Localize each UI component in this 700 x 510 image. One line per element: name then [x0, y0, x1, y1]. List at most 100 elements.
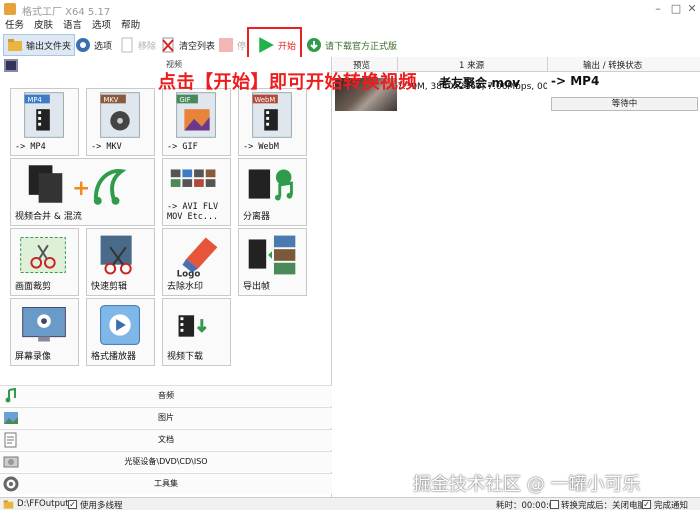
category-audio[interactable]: 音频 — [0, 385, 332, 406]
tile-label: -> MP4 — [15, 142, 46, 152]
remove-label: 移除 — [138, 41, 157, 52]
tile-label: 屏幕录像 — [15, 352, 52, 362]
official-version-link[interactable]: 请下载官方正式版 — [303, 34, 400, 56]
tile-splitter[interactable]: 分离器 — [238, 158, 307, 226]
toolbar: 输出文件夹 选项 移除 清空列表 停 开始 请下载官方正式版 — [0, 33, 700, 57]
multithread-label: 使用多线程 — [80, 501, 123, 510]
menu-item-task[interactable]: 任务 — [0, 18, 29, 33]
status-bar: D:\FFOutput ✓ 使用多线程 耗时：00:00:00 转换完成后：关闭… — [0, 497, 700, 510]
file-info: 7.39M, 3840x2160, 7.06Mbps, 00:00: — [397, 82, 547, 92]
tile-merge-mux[interactable]: + 视频合并 & 混流 — [10, 158, 155, 226]
tile-label: 快速剪辑 — [91, 282, 128, 292]
stop-icon — [219, 38, 233, 52]
tile-quick-cut[interactable]: 快速剪辑 — [86, 228, 155, 296]
svg-text:GIF: GIF — [180, 96, 191, 104]
close-icon[interactable]: ✕ — [684, 1, 700, 17]
output-folder-button[interactable]: 输出文件夹 — [3, 34, 76, 56]
options-button[interactable]: 选项 — [72, 34, 115, 56]
player-icon — [100, 305, 140, 345]
merge-icon: + — [28, 165, 127, 205]
category-document[interactable]: 文档 — [0, 429, 332, 450]
folder-icon[interactable] — [3, 499, 14, 510]
category-image[interactable]: 图片 — [0, 407, 332, 428]
title-bar: 格式工厂 X64 5.17 – □ ✕ — [0, 0, 700, 18]
official-version-label: 请下载官方正式版 — [325, 41, 398, 52]
tile-label: 视频合并 & 混流 — [15, 212, 82, 222]
output-folder-label: 输出文件夹 — [26, 41, 72, 52]
maximize-icon[interactable]: □ — [668, 1, 684, 17]
tile-label: 分离器 — [243, 212, 271, 222]
gif-file-icon: GIF — [176, 92, 216, 138]
mkv-file-icon: MKV — [100, 92, 140, 138]
category-label: 图片 — [158, 413, 174, 422]
eraser-icon: Logo — [177, 237, 218, 279]
tile-video-download[interactable]: 视频下载 — [162, 298, 231, 366]
export-frames-icon — [248, 235, 296, 275]
menu-item-options[interactable]: 选项 — [87, 18, 116, 33]
tile-label: -> AVI FLV MOV Etc... — [167, 202, 219, 222]
column-source[interactable]: 1 来源 — [459, 59, 484, 71]
tile-label: 导出帧 — [243, 282, 271, 292]
download-official-icon — [307, 38, 321, 52]
minimize-icon[interactable]: – — [650, 1, 666, 17]
column-output-status[interactable]: 输出 / 转换状态 — [583, 59, 642, 71]
mp4-file-icon: MP4 — [24, 92, 64, 138]
crop-icon — [20, 237, 66, 273]
notify-label: 完成通知 — [654, 501, 689, 510]
tile-player[interactable]: 格式播放器 — [86, 298, 155, 366]
notify-checkbox[interactable]: ✓ — [642, 500, 651, 509]
tile-label: -> WebM — [243, 142, 279, 152]
app-logo-icon — [4, 3, 16, 15]
output-path[interactable]: D:\FFOutput — [17, 499, 69, 509]
clear-list-label: 清空列表 — [179, 41, 216, 52]
stop-button[interactable]: 停 — [215, 34, 249, 56]
clear-icon — [162, 37, 174, 53]
tile-remove-watermark[interactable]: Logo 去除水印 — [162, 228, 231, 296]
tile-screen-record[interactable]: 屏幕录像 — [10, 298, 79, 366]
webm-file-icon: WebM — [252, 92, 292, 138]
download-icon — [178, 315, 207, 337]
tile-to-webm[interactable]: WebM -> WebM — [238, 88, 307, 156]
svg-text:WebM: WebM — [255, 96, 276, 104]
quick-cut-icon — [100, 235, 132, 275]
menu-item-skin[interactable]: 皮肤 — [29, 18, 58, 33]
after-done-checkbox[interactable] — [550, 500, 559, 509]
category-label: 光驱设备\DVD\CD\ISO — [124, 457, 208, 466]
category-toolbox[interactable]: 工具集 — [0, 473, 332, 494]
svg-text:MKV: MKV — [104, 96, 119, 104]
clear-list-button[interactable]: 清空列表 — [157, 34, 218, 56]
options-icon — [76, 38, 90, 52]
tile-label: 格式播放器 — [91, 352, 137, 362]
instruction-annotation: 点击【开始】即可开始转换视频 — [158, 72, 417, 93]
watermark: 掘金技术社区 @ 一罐小可乐 — [413, 474, 641, 495]
document-icon — [121, 37, 133, 53]
column-divider[interactable] — [547, 57, 548, 72]
options-label: 选项 — [94, 41, 113, 52]
tile-label: 去除水印 — [167, 282, 204, 292]
status-badge: 等待中 — [551, 97, 698, 111]
svg-text:+: + — [72, 176, 90, 201]
folder-icon — [8, 39, 22, 51]
tile-export-frames[interactable]: 导出帧 — [238, 228, 307, 296]
svg-text:Logo: Logo — [177, 269, 201, 279]
function-panel: 视频 MP4 -> MP4 MKV -> MKV GIF -> GIF WebM… — [0, 57, 332, 497]
stop-label: 停 — [237, 41, 247, 52]
category-label: 工具集 — [154, 479, 178, 488]
category-optical[interactable]: 光驱设备\DVD\CD\ISO — [0, 451, 332, 472]
tile-to-mp4[interactable]: MP4 -> MP4 — [10, 88, 79, 156]
tile-crop[interactable]: 画面裁剪 — [10, 228, 79, 296]
tile-other-formats[interactable]: -> AVI FLV MOV Etc... — [162, 158, 231, 226]
window-title: 格式工厂 X64 5.17 — [22, 7, 111, 18]
screen-record-icon — [22, 307, 66, 342]
multithread-checkbox[interactable]: ✓ — [68, 500, 77, 509]
remove-button[interactable]: 移除 — [116, 34, 159, 56]
category-label: 音频 — [158, 391, 174, 400]
tile-label: -> MKV — [91, 142, 122, 152]
tile-to-gif[interactable]: GIF -> GIF — [162, 88, 231, 156]
splitter-icon — [248, 169, 293, 201]
video-icon — [4, 59, 18, 72]
tile-to-mkv[interactable]: MKV -> MKV — [86, 88, 155, 156]
menu-item-language[interactable]: 语言 — [58, 18, 87, 33]
start-highlight-box — [247, 27, 302, 59]
menu-item-help[interactable]: 帮助 — [116, 18, 145, 33]
